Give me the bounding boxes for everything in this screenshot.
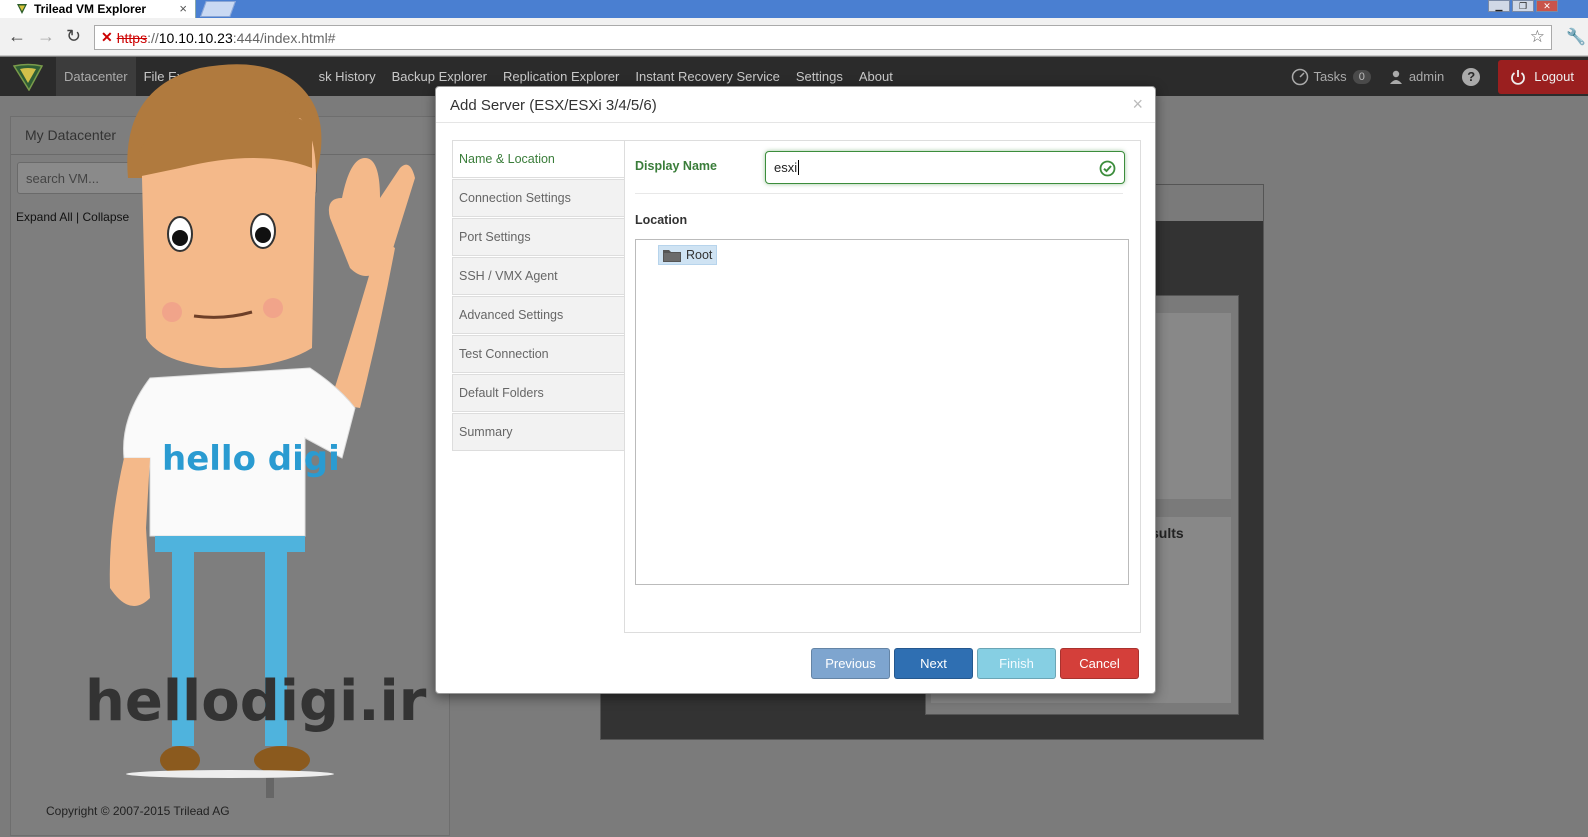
step-connection-settings[interactable]: Connection Settings (452, 179, 625, 217)
step-default-folders[interactable]: Default Folders (452, 374, 625, 412)
power-icon (1511, 69, 1526, 85)
reload-icon[interactable]: ↻ (66, 27, 81, 45)
dialog-buttons: Previous Next Finish Cancel (811, 648, 1139, 679)
tree-node-root[interactable]: Root (658, 245, 718, 265)
copyright-footer: Copyright © 2007-2015 Trilead AG (46, 804, 230, 818)
new-tab-button[interactable] (200, 1, 236, 17)
maximize-icon[interactable]: ❐ (1512, 0, 1534, 12)
wrench-icon[interactable]: 🔧 (1566, 27, 1586, 47)
window-controls: ▁ ❐ ✕ (1488, 0, 1558, 12)
window-close-icon[interactable]: ✕ (1536, 0, 1558, 12)
step-content: Display Name esxi Location Root (624, 140, 1141, 633)
step-name-location[interactable]: Name & Location (452, 140, 625, 178)
valid-check-icon (1099, 160, 1116, 177)
next-button[interactable]: Next (894, 648, 973, 679)
user-menu[interactable]: admin (1389, 69, 1444, 84)
step-advanced-settings[interactable]: Advanced Settings (452, 296, 625, 334)
step-ssh-vmx-agent[interactable]: SSH / VMX Agent (452, 257, 625, 295)
browser-tabstrip: Trilead VM Explorer × ▁ ❐ ✕ (0, 0, 1588, 18)
browser-tab[interactable]: Trilead VM Explorer × (0, 0, 196, 18)
shirt-text: hello digi (162, 439, 340, 479)
tasks-gauge-icon (1292, 68, 1309, 85)
wizard-steps: Name & Location Connection Settings Port… (452, 140, 625, 452)
dialog-header: Add Server (ESX/ESXi 3/4/5/6) × (436, 87, 1155, 123)
address-bar[interactable]: ✕ https :// 10.10.10.23 :444/index.html#… (94, 25, 1552, 50)
logout-label: Logout (1534, 69, 1574, 84)
display-name-value: esxi (774, 160, 798, 175)
user-name: admin (1408, 69, 1445, 84)
bookmark-star-icon[interactable]: ☆ (1530, 27, 1545, 47)
finish-button[interactable]: Finish (977, 648, 1056, 679)
folder-icon (663, 250, 681, 262)
dialog-title: Add Server (ESX/ESXi 3/4/5/6) (450, 97, 657, 114)
dialog-close-icon[interactable]: × (1132, 94, 1143, 115)
step-port-settings[interactable]: Port Settings (452, 218, 625, 256)
trilead-logo[interactable] (0, 57, 56, 96)
field-divider (635, 193, 1123, 194)
back-icon[interactable]: ← (8, 27, 26, 45)
logout-button[interactable]: Logout (1498, 59, 1588, 94)
browser-toolbar: ← → ↻ ✕ https :// 10.10.10.23 :444/index… (0, 18, 1588, 56)
location-label: Location (635, 213, 688, 227)
tab-title: Trilead VM Explorer (34, 2, 147, 16)
minimize-icon[interactable]: ▁ (1488, 0, 1510, 12)
location-tree: Root (635, 239, 1129, 585)
url-host: 10.10.10.23 (158, 29, 233, 46)
site-watermark-text: hellodigi.ir (85, 669, 427, 734)
url-scheme: https (116, 29, 148, 46)
display-name-input[interactable]: esxi (765, 151, 1125, 184)
insecure-icon: ✕ (101, 29, 113, 45)
previous-button[interactable]: Previous (811, 648, 890, 679)
step-test-connection[interactable]: Test Connection (452, 335, 625, 373)
tab-close-icon[interactable]: × (179, 1, 187, 16)
step-summary[interactable]: Summary (452, 413, 625, 451)
add-server-dialog: Add Server (ESX/ESXi 3/4/5/6) × Name & L… (435, 86, 1156, 694)
help-icon[interactable]: ? (1462, 67, 1481, 86)
tasks-count-badge: 0 (1352, 69, 1371, 84)
tasks-link[interactable]: Tasks 0 (1291, 68, 1371, 86)
user-icon (1389, 70, 1402, 84)
trilead-favicon-icon (16, 3, 28, 15)
forward-icon[interactable]: → (37, 27, 55, 45)
cancel-button[interactable]: Cancel (1060, 648, 1139, 679)
tasks-label: Tasks (1313, 69, 1347, 84)
hellodigi-mascot-watermark: hello digi hellodigi.ir (80, 58, 440, 808)
tree-node-label: Root (686, 248, 713, 262)
display-name-label: Display Name (635, 159, 717, 173)
url-path: :444/index.html# (232, 29, 336, 46)
navbar-right: Tasks 0 admin ? Logout (1291, 57, 1588, 96)
